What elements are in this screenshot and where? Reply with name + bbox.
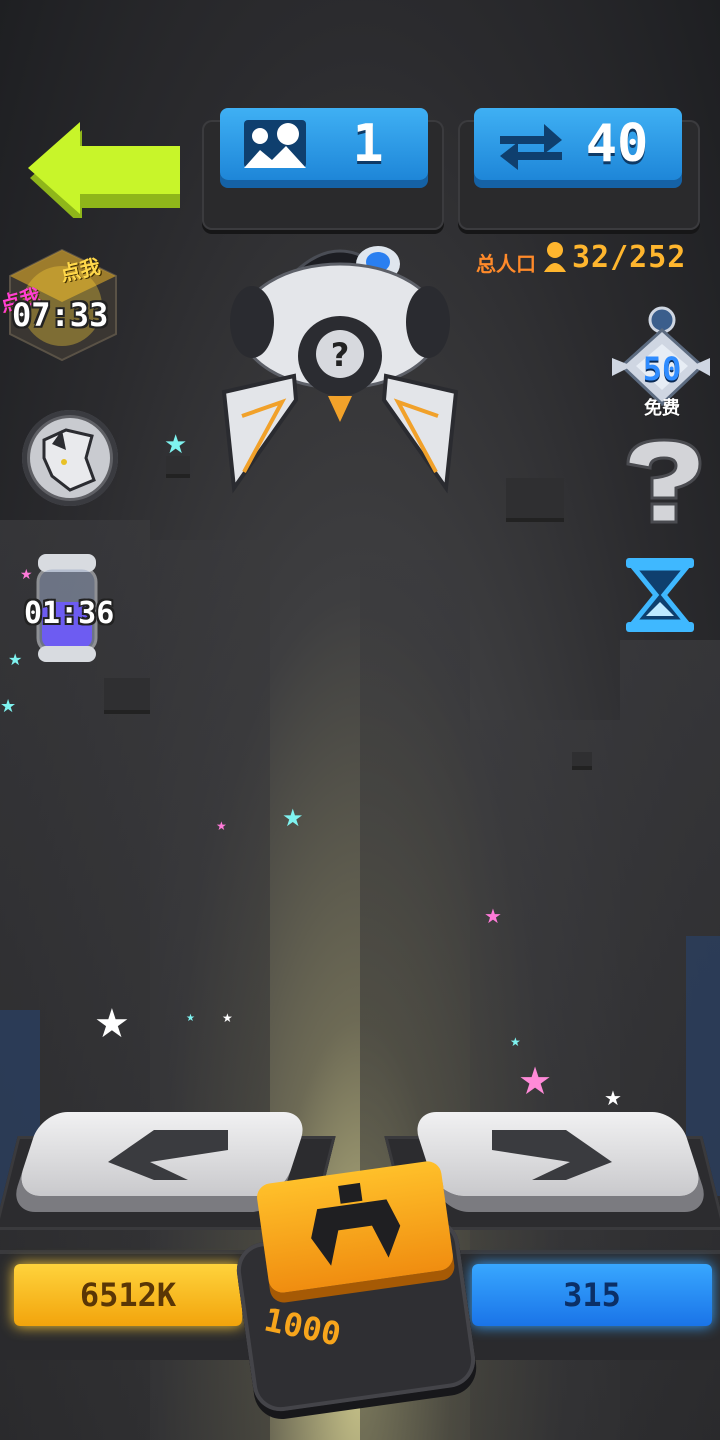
left-arrow-icon (108, 1130, 228, 1180)
wolf-avatar-button[interactable] (22, 410, 118, 506)
sparkle-star: ★ (484, 904, 502, 928)
mystery-button[interactable] (620, 436, 706, 526)
claw-icon (311, 1182, 401, 1266)
coins-display: 6512K (14, 1264, 242, 1326)
sparkle-star: ★ (282, 804, 304, 832)
population-label: 总人口 (476, 252, 536, 276)
sparkle-star: ★ (164, 430, 188, 460)
sparkle-star: ★ (518, 1059, 553, 1103)
robot-pod-icon: ? (221, 246, 459, 494)
right-arrow-button[interactable] (410, 1112, 706, 1196)
svg-text:?: ? (331, 336, 350, 374)
swap-button[interactable]: 40 (474, 108, 682, 180)
rank-badge-button[interactable]: 50 免费 (610, 300, 712, 420)
sparkle-star: ★ (510, 1035, 521, 1049)
question-mark-icon (626, 438, 702, 524)
population-person-icon (544, 242, 566, 272)
level-value: 1 (352, 114, 384, 174)
gems-value: 315 (563, 1276, 621, 1314)
wolf-avatar-icon (30, 418, 110, 498)
gems-display: 315 (472, 1264, 712, 1326)
bg-block (572, 752, 592, 766)
sparkle-star: ★ (0, 696, 17, 717)
sparkle-star: ★ (604, 1086, 622, 1110)
swap-icon (500, 124, 562, 170)
sparkle-star: ★ (222, 1011, 233, 1025)
robot-pod[interactable]: ? (220, 226, 460, 496)
bg-block (506, 478, 564, 518)
badge-number: 50 (642, 350, 682, 388)
hourglass-icon (626, 558, 694, 632)
sparkle-star: ★ (8, 650, 23, 669)
population-display: 总人口 32/252 (476, 238, 706, 278)
swap-value: 40 (585, 114, 649, 174)
level-button[interactable]: 1 (220, 108, 428, 180)
jar-timer: 01:36 (24, 596, 115, 631)
hourglass-button[interactable] (620, 554, 700, 636)
event-reward-button[interactable]: 点我 点我 07:33 (0, 240, 124, 364)
event-timer: 07:33 (12, 296, 109, 334)
back-arrow-icon (28, 122, 180, 226)
sparkle-star: ★ (216, 819, 227, 833)
right-arrow-icon (492, 1130, 612, 1180)
landscape-icon (244, 120, 306, 168)
population-value: 32/252 (572, 240, 687, 275)
sparkle-star: ★ (94, 1001, 130, 1047)
back-button[interactable] (28, 122, 184, 226)
coins-value: 6512K (79, 1276, 177, 1314)
bg-block (104, 678, 150, 710)
energy-jar-button[interactable]: 01:36 (24, 550, 114, 666)
badge-label: 免费 (644, 398, 680, 419)
sparkle-star: ★ (186, 1013, 195, 1024)
